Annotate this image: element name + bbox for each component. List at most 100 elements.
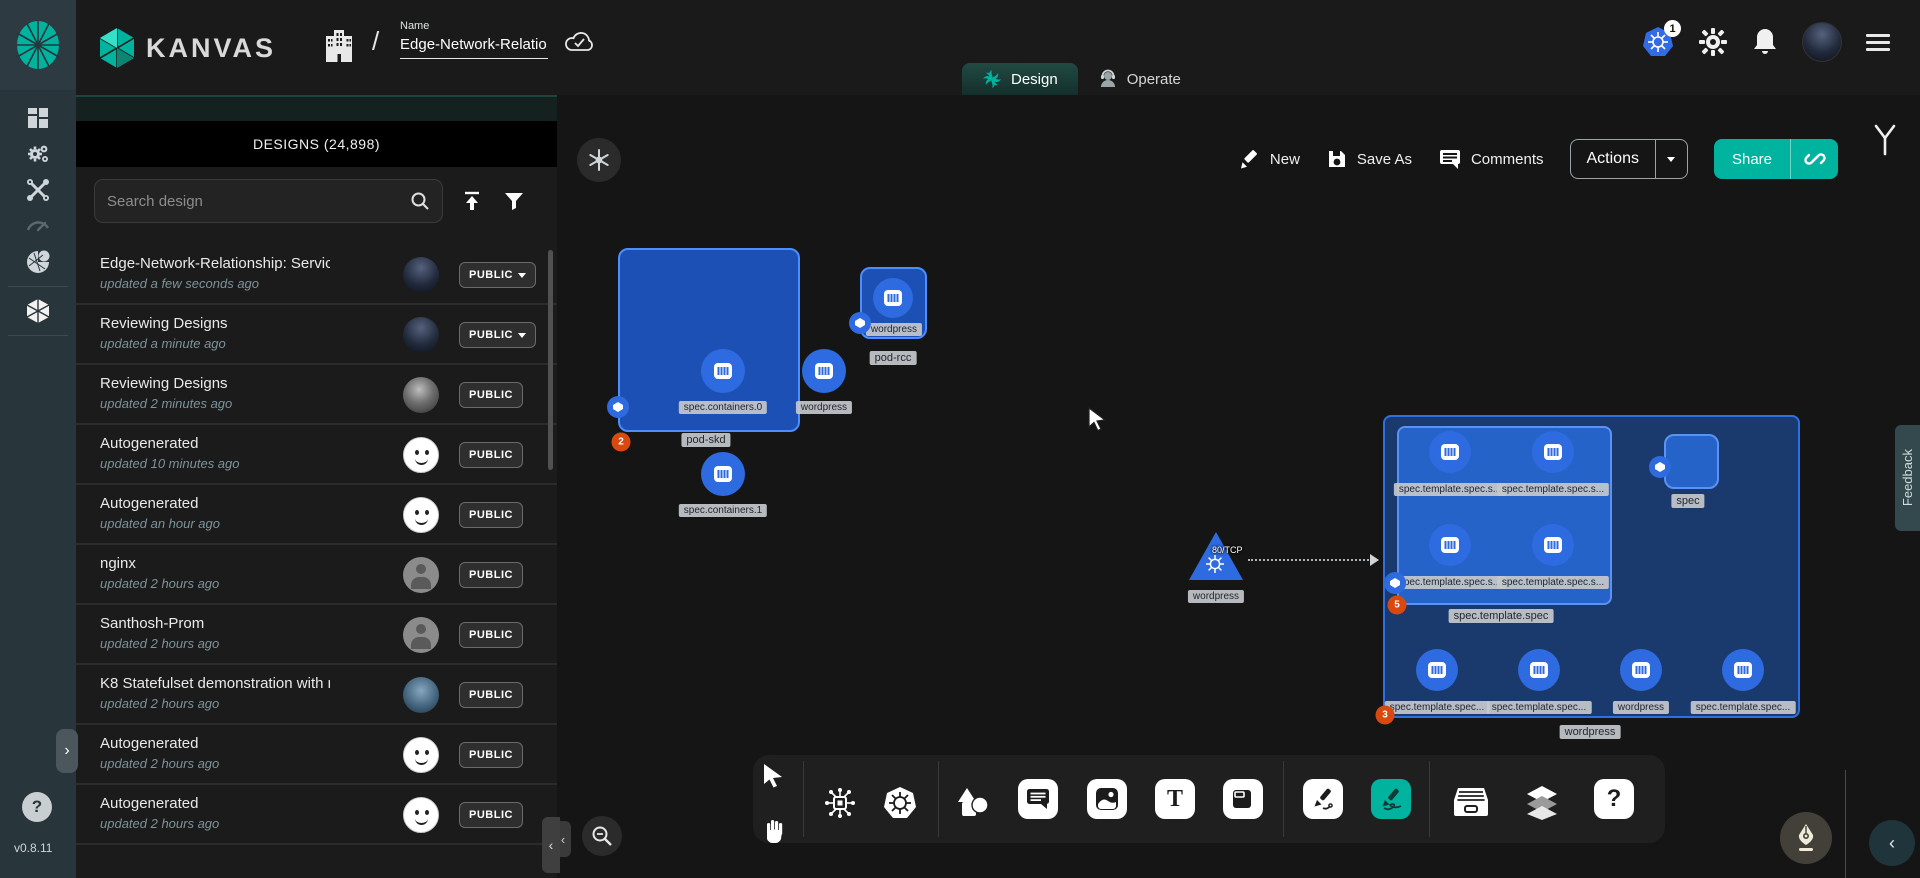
- menu-button[interactable]: [1866, 34, 1890, 51]
- design-list-item[interactable]: Edge-Network-Relationship: Service updat…: [76, 245, 557, 305]
- visibility-badge[interactable]: PUBLIC: [459, 562, 523, 588]
- visibility-badge[interactable]: PUBLIC: [459, 382, 523, 408]
- bottom-right-collapse-button[interactable]: ‹: [1869, 820, 1915, 866]
- help-button[interactable]: ?: [22, 792, 52, 822]
- settings-button[interactable]: [1698, 27, 1728, 57]
- frame-tool[interactable]: [1223, 779, 1263, 819]
- organization-icon[interactable]: [322, 28, 356, 69]
- feedback-tab[interactable]: Feedback: [1895, 425, 1920, 531]
- nav-performance[interactable]: [0, 208, 76, 244]
- import-design-button[interactable]: [454, 183, 490, 219]
- version-label: v0.8.11: [14, 841, 52, 855]
- visibility-badge[interactable]: PUBLIC: [459, 262, 536, 288]
- node-label: wordpress: [1613, 701, 1669, 714]
- help-tool[interactable]: ?: [1594, 779, 1634, 819]
- copy-link-button[interactable]: [1790, 139, 1838, 179]
- visibility-badge[interactable]: PUBLIC: [459, 322, 536, 348]
- merge-branch-icon[interactable]: [1872, 123, 1898, 162]
- freehand-draw-tool[interactable]: [1371, 779, 1411, 819]
- design-list-item[interactable]: Autogenerated updated 2 hours ago PUBLIC: [76, 725, 557, 785]
- new-design-button[interactable]: New: [1239, 148, 1300, 170]
- pen-tool[interactable]: [1303, 779, 1343, 819]
- notifications-button[interactable]: [1752, 27, 1778, 57]
- select-tool[interactable]: [760, 762, 786, 788]
- visibility-badge[interactable]: PUBLIC: [459, 742, 523, 768]
- design-list-item[interactable]: nginx updated 2 hours ago PUBLIC: [76, 545, 557, 605]
- shapes-tool[interactable]: [955, 786, 991, 820]
- container-node[interactable]: [1722, 649, 1764, 691]
- node-spec[interactable]: [1664, 434, 1719, 489]
- actions-button[interactable]: Actions: [1571, 140, 1655, 178]
- container-node[interactable]: [802, 349, 846, 393]
- share-button[interactable]: Share: [1714, 139, 1790, 179]
- visibility-badge[interactable]: PUBLIC: [459, 682, 523, 708]
- design-list-scrollbar[interactable]: [548, 250, 553, 470]
- user-avatar[interactable]: [1802, 22, 1842, 62]
- design-search-input[interactable]: [107, 193, 410, 210]
- error-count-badge[interactable]: 5: [1388, 596, 1407, 615]
- comment-tool[interactable]: [1018, 779, 1058, 819]
- container-node[interactable]: [1518, 649, 1560, 691]
- container-node[interactable]: [701, 349, 745, 393]
- panel-collapse-button[interactable]: ‹: [542, 817, 560, 873]
- search-icon[interactable]: [410, 191, 430, 211]
- container-node[interactable]: [1532, 431, 1574, 473]
- design-list-item[interactable]: Autogenerated updated an hour ago PUBLIC: [76, 485, 557, 545]
- design-list-item[interactable]: Reviewing Designs updated a minute ago P…: [76, 305, 557, 365]
- visibility-badge[interactable]: PUBLIC: [459, 502, 523, 528]
- design-canvas[interactable]: New Save As Comments Actions Share: [557, 95, 1920, 878]
- rail-expand-button[interactable]: ›: [56, 729, 78, 773]
- nav-kanvas[interactable]: [0, 293, 76, 329]
- kubernetes-context-button[interactable]: 1: [1642, 26, 1674, 58]
- design-list-item[interactable]: K8 Statefulset demonstration with mo upd…: [76, 665, 557, 725]
- zoom-button[interactable]: [582, 816, 622, 856]
- pan-tool[interactable]: [762, 817, 788, 843]
- kanvas-brand[interactable]: KANVAS: [98, 27, 276, 69]
- nav-lifecycle[interactable]: [0, 136, 76, 172]
- container-node[interactable]: [701, 452, 745, 496]
- error-count-badge[interactable]: 3: [1376, 706, 1395, 725]
- container-node[interactable]: [1620, 649, 1662, 691]
- container-node[interactable]: [1429, 524, 1471, 566]
- drawer-tool[interactable]: [1452, 786, 1490, 818]
- error-count-badge[interactable]: 2: [612, 433, 631, 452]
- cloud-saved-icon: [564, 30, 594, 59]
- kubernetes-components-tool[interactable]: [882, 785, 918, 821]
- design-list-item[interactable]: Autogenerated updated 2 hours ago PUBLIC: [76, 785, 557, 845]
- text-tool[interactable]: T: [1155, 779, 1195, 819]
- design-title: Reviewing Designs: [100, 315, 330, 332]
- container-node[interactable]: [1416, 649, 1458, 691]
- annotate-pen-button[interactable]: [1780, 812, 1832, 864]
- visibility-badge[interactable]: PUBLIC: [459, 622, 523, 648]
- visibility-badge[interactable]: PUBLIC: [459, 442, 523, 468]
- filter-designs-button[interactable]: [496, 183, 532, 219]
- tab-design[interactable]: Design: [962, 63, 1078, 95]
- avatar: [403, 377, 439, 413]
- service-edge[interactable]: [1248, 559, 1372, 561]
- nav-dashboard[interactable]: [0, 100, 76, 136]
- container-node[interactable]: [1532, 524, 1574, 566]
- meshery-logo[interactable]: [0, 0, 76, 90]
- tab-operate[interactable]: Operate: [1078, 63, 1201, 95]
- actions-caret-button[interactable]: [1655, 140, 1687, 178]
- save-as-button[interactable]: Save As: [1326, 148, 1412, 170]
- node-label: spec.template.spec.s...: [1394, 483, 1506, 496]
- design-list-item[interactable]: Reviewing Designs updated 2 minutes ago …: [76, 365, 557, 425]
- design-list-item[interactable]: Santhosh-Prom updated 2 hours ago PUBLIC: [76, 605, 557, 665]
- image-tool[interactable]: [1087, 779, 1127, 819]
- design-name-input[interactable]: [400, 32, 548, 59]
- container-node[interactable]: [1429, 431, 1471, 473]
- comments-button[interactable]: Comments: [1438, 148, 1544, 170]
- nav-extensions[interactable]: [0, 244, 76, 280]
- nav-configuration[interactable]: [0, 172, 76, 208]
- visibility-badge-label: PUBLIC: [469, 389, 513, 401]
- design-list-item[interactable]: Autogenerated updated 10 minutes ago PUB…: [76, 425, 557, 485]
- design-title: Santhosh-Prom: [100, 615, 330, 632]
- container-node[interactable]: [873, 278, 913, 318]
- components-tool[interactable]: [823, 786, 857, 820]
- visibility-badge[interactable]: PUBLIC: [459, 802, 523, 828]
- design-updated: updated 2 hours ago: [100, 696, 219, 711]
- shapes-dock-toggle[interactable]: [577, 138, 621, 182]
- visibility-badge-label: PUBLIC: [469, 809, 513, 821]
- layers-tool[interactable]: [1523, 785, 1561, 821]
